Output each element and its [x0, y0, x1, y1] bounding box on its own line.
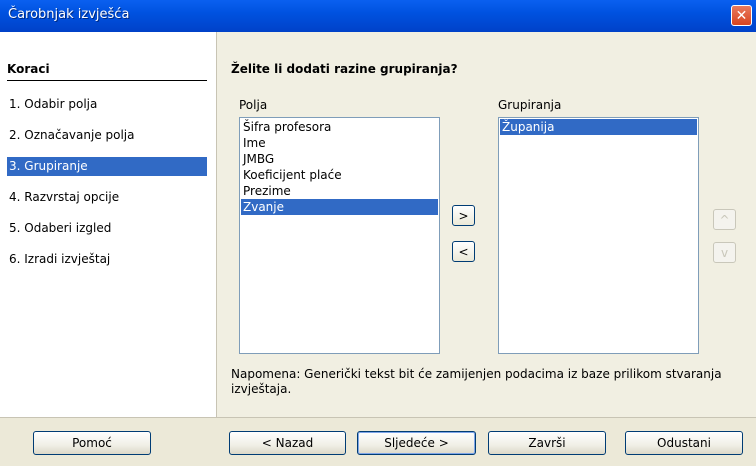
step-2[interactable]: 2. Označavanje polja [7, 126, 207, 145]
next-button[interactable]: Sljedeće > [357, 431, 476, 455]
move-down-button[interactable]: v [713, 242, 736, 263]
list-item[interactable]: JMBG [241, 151, 438, 167]
step-6[interactable]: 6. Izradi izvještaj [7, 250, 207, 269]
step-1[interactable]: 1. Odabir polja [7, 95, 207, 114]
list-item[interactable]: Koeficijent plaće [241, 167, 438, 183]
back-button[interactable]: < Nazad [229, 431, 346, 455]
content-panel: Želite li dodati razine grupiranja? Polj… [217, 32, 756, 417]
page-heading: Želite li dodati razine grupiranja? [231, 62, 458, 76]
finish-button[interactable]: Završi [488, 431, 606, 455]
remove-grouping-button[interactable]: < [452, 241, 475, 262]
close-button[interactable]: ✕ [731, 5, 752, 26]
step-4[interactable]: 4. Razvrstaj opcije [7, 188, 207, 207]
fields-label: Polja [239, 98, 268, 112]
list-item[interactable]: Šifra profesora [241, 119, 438, 135]
add-grouping-button[interactable]: > [452, 205, 475, 226]
window-title: Čarobnjak izvješća [8, 7, 130, 22]
cancel-button[interactable]: Odustani [625, 431, 743, 455]
title-bar: Čarobnjak izvješća ✕ [0, 0, 756, 33]
groupings-listbox[interactable]: Županija [498, 117, 699, 354]
step-3[interactable]: 3. Grupiranje [7, 157, 207, 176]
fields-listbox[interactable]: Šifra profesora Ime JMBG Koeficijent pla… [239, 117, 440, 354]
move-up-button[interactable]: ^ [713, 209, 736, 230]
button-bar: Pomoć < Nazad Sljedeće > Završi Odustani [0, 417, 756, 466]
step-5[interactable]: 5. Odaberi izgled [7, 219, 207, 238]
list-item[interactable]: Ime [241, 135, 438, 151]
list-item[interactable]: Zvanje [241, 199, 438, 215]
list-item[interactable]: Županija [500, 119, 697, 135]
list-item[interactable]: Prezime [241, 183, 438, 199]
steps-divider [7, 80, 207, 81]
note-text: Napomena: Generički tekst bit će zamijen… [231, 367, 722, 396]
help-button[interactable]: Pomoć [33, 431, 151, 455]
steps-panel: Koraci 1. Odabir polja 2. Označavanje po… [0, 32, 217, 417]
steps-title: Koraci [7, 62, 50, 76]
groupings-label: Grupiranja [498, 98, 562, 112]
close-icon: ✕ [735, 7, 748, 24]
